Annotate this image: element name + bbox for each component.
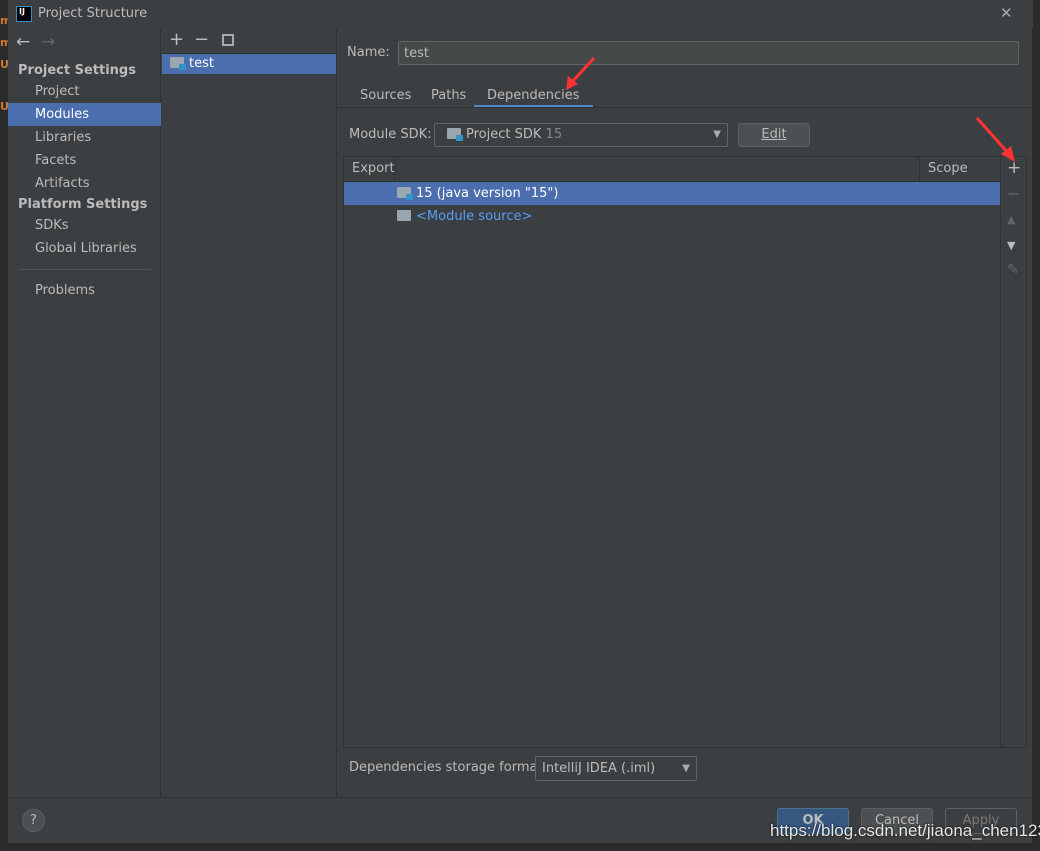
section-project-settings: Project Settings xyxy=(18,63,136,78)
name-label: Name: xyxy=(347,45,390,60)
sidebar-item-modules[interactable]: Modules xyxy=(8,103,161,126)
chevron-down-icon: ▼ xyxy=(713,129,721,140)
sidebar-item-global-libraries[interactable]: Global Libraries xyxy=(8,237,161,260)
edit-dependency-button[interactable]: ✎ xyxy=(1007,262,1019,278)
storage-format-value: IntelliJ IDEA (.iml) xyxy=(542,761,656,776)
editor-background xyxy=(0,0,8,851)
chevron-down-icon: ▼ xyxy=(682,763,690,774)
module-sdk-label: Module SDK: xyxy=(349,127,432,142)
header-export[interactable]: Export xyxy=(344,157,395,181)
jdk-folder-icon xyxy=(397,187,413,200)
module-list-panel: + − test xyxy=(162,28,337,797)
remove-module-button[interactable]: − xyxy=(194,29,209,50)
sdk-folder-icon xyxy=(447,128,463,141)
forward-button[interactable]: → xyxy=(41,32,55,52)
table-row[interactable]: <Module source> xyxy=(344,205,1000,228)
dependencies-table: Export Scope 15 (java version "15") <Mod… xyxy=(343,156,1027,748)
sidebar: ← → Project Settings Project Modules Lib… xyxy=(8,28,161,797)
sidebar-item-project[interactable]: Project xyxy=(8,80,161,103)
storage-format-dropdown[interactable]: IntelliJ IDEA (.iml) ▼ xyxy=(535,756,697,781)
annotation-arrow xyxy=(566,56,596,90)
table-side-toolbar: + − ▲ ▼ ✎ xyxy=(1000,157,1026,747)
move-up-button[interactable]: ▲ xyxy=(1007,213,1015,226)
window-title: Project Structure xyxy=(38,6,148,21)
dependency-name: <Module source> xyxy=(416,209,533,224)
divider xyxy=(18,269,151,270)
module-item-test[interactable]: test xyxy=(162,54,336,74)
sdk-value: Project SDK xyxy=(466,127,542,142)
module-settings-panel: Name: Sources Paths Dependencies Module … xyxy=(337,28,1033,797)
add-module-button[interactable]: + xyxy=(169,29,184,50)
sidebar-item-sdks[interactable]: SDKs xyxy=(8,214,161,237)
module-name: test xyxy=(189,56,214,71)
tab-paths[interactable]: Paths xyxy=(431,84,466,108)
module-sdk-dropdown[interactable]: Project SDK 15 ▼ xyxy=(434,123,728,147)
section-platform-settings: Platform Settings xyxy=(18,197,148,212)
sidebar-item-problems[interactable]: Problems xyxy=(8,279,161,302)
back-button[interactable]: ← xyxy=(16,32,30,52)
module-folder-icon xyxy=(170,57,186,70)
move-down-button[interactable]: ▼ xyxy=(1007,239,1015,252)
sidebar-item-libraries[interactable]: Libraries xyxy=(8,126,161,149)
close-button[interactable]: ✕ xyxy=(1000,4,1013,22)
intellij-logo-icon: IJ xyxy=(16,6,32,22)
storage-format-label: Dependencies storage format: xyxy=(349,760,547,775)
divider xyxy=(8,797,1033,798)
sidebar-item-facets[interactable]: Facets xyxy=(8,149,161,172)
dependency-name: 15 (java version "15") xyxy=(416,186,559,201)
annotation-arrow xyxy=(975,117,1015,162)
title-bar: IJ Project Structure ✕ xyxy=(8,0,1033,28)
copy-module-icon[interactable] xyxy=(222,34,234,46)
sdk-version: 15 xyxy=(545,127,563,142)
divider xyxy=(337,107,1033,108)
tab-sources[interactable]: Sources xyxy=(360,84,411,108)
table-row[interactable]: 15 (java version "15") xyxy=(344,182,1000,205)
help-button[interactable]: ? xyxy=(22,809,45,832)
name-input[interactable] xyxy=(398,41,1019,65)
sidebar-item-artifacts[interactable]: Artifacts xyxy=(8,172,161,195)
remove-dependency-button[interactable]: − xyxy=(1007,184,1020,203)
module-source-folder-icon xyxy=(397,210,411,221)
watermark: https://blog.csdn.net/jiaona_chen123 xyxy=(770,821,1040,840)
table-header: Export Scope xyxy=(344,157,1000,182)
edit-sdk-button[interactable]: Edit xyxy=(738,123,810,147)
project-structure-dialog: IJ Project Structure ✕ ← → Project Setti… xyxy=(8,0,1033,843)
